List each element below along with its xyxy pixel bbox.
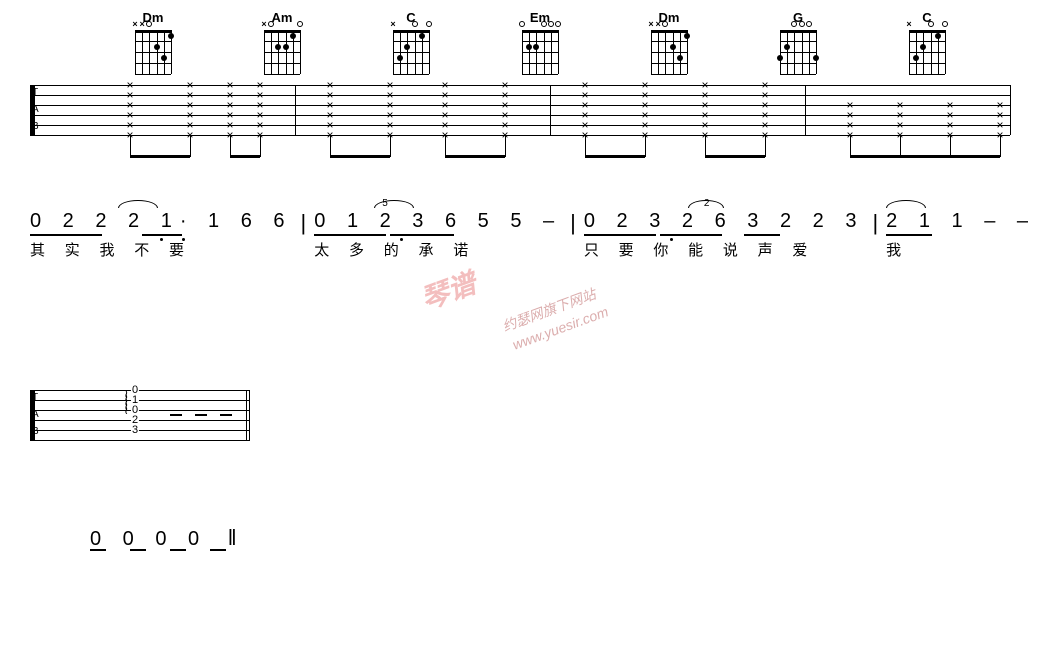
tab-letter-a: A [32, 410, 39, 420]
stem [230, 135, 231, 157]
chord-grid: × [264, 30, 300, 74]
stem [190, 135, 191, 157]
jianpu-barline: | [872, 210, 878, 236]
tab-letter-a: A [32, 105, 39, 115]
jianpu-beam [142, 234, 182, 236]
jianpu-sup: 5 [382, 198, 388, 209]
jianpu-beam [886, 234, 932, 236]
jianpu-notes: 0 2 3 2 6 3 2 2 3 [584, 210, 865, 233]
chord-grid [780, 30, 816, 74]
jianpu-notes: 0 2 2 2 1· 1 6 6 [30, 210, 293, 233]
jianpu-beam [660, 234, 722, 236]
beam [585, 155, 645, 158]
octave-dot [182, 238, 185, 241]
chord-c-2: C × [909, 10, 945, 74]
final-barline-icon: ‖ [228, 525, 233, 550]
chord-c: C × [393, 10, 429, 74]
barline [249, 390, 250, 440]
jianpu-lyrics: 其 实 我 不 要 [30, 239, 293, 260]
beam [705, 155, 765, 158]
jianpu-lyrics: 太 多 的 承 诺 [314, 239, 562, 260]
jianpu-line-1: 0 2 2 2 1· 1 6 6 其 实 我 不 要 | 0 1 2 3 6 5 5 … [30, 210, 1010, 260]
tie-icon [118, 200, 158, 208]
barline [1010, 85, 1011, 135]
chord-dm: Dm ×× [135, 10, 171, 74]
stem [850, 135, 851, 157]
tab-letter-t: T [32, 393, 38, 403]
rest-dash [220, 414, 232, 416]
tab-staff-1: T A B ××××××××××××××××××××××××××××××××××… [30, 85, 1010, 165]
jianpu-barline: | [301, 210, 307, 236]
jianpu-lyrics: 我 [886, 239, 1036, 260]
jianpu-beam [130, 549, 146, 551]
chord-grid: ×× [651, 30, 687, 74]
tie-icon [886, 200, 926, 208]
beam [230, 155, 260, 158]
stem [765, 135, 766, 157]
tab-letter-b: B [32, 122, 39, 132]
jianpu-beam [314, 234, 386, 236]
octave-dot [670, 238, 673, 241]
stem [390, 135, 391, 157]
rest-dash [195, 414, 207, 416]
barline [805, 85, 806, 135]
stem [1000, 135, 1001, 157]
chord-em: Em [522, 10, 558, 74]
beam [130, 155, 190, 158]
tab-letter-b: B [32, 427, 39, 437]
beam [330, 155, 390, 158]
jianpu-beam [170, 549, 186, 551]
jianpu-beam [390, 234, 454, 236]
beam [445, 155, 505, 158]
jianpu-coda: 0 0 0 0 [90, 528, 207, 550]
beam [900, 155, 950, 158]
stem [330, 135, 331, 157]
chord-grid: × [393, 30, 429, 74]
chord-grid [522, 30, 558, 74]
tie-icon [374, 200, 414, 208]
jianpu-beam [744, 234, 780, 236]
fret-number: 3 [131, 424, 139, 436]
chord-am: Am × [264, 10, 300, 74]
jianpu-beam [584, 234, 656, 236]
jianpu-line-2: 0 0 0 0 ‖ [90, 525, 1010, 551]
stem [505, 135, 506, 157]
beam [850, 155, 900, 158]
stem [950, 135, 951, 157]
stem [260, 135, 261, 157]
barline [550, 85, 551, 135]
stem [445, 135, 446, 157]
chord-grid: ×× [135, 30, 171, 74]
chord-row: Dm ×× Am × C × Em Dm ×× G C × [135, 10, 945, 74]
stem [130, 135, 131, 157]
jianpu-beam [30, 234, 102, 236]
stem [705, 135, 706, 157]
rest-dash [170, 414, 182, 416]
watermark-logo: 琴谱 [415, 262, 481, 319]
jianpu-beam [210, 549, 226, 551]
chord-label: Am [272, 10, 293, 26]
barline [295, 85, 296, 135]
chord-grid: × [909, 30, 945, 74]
stem [585, 135, 586, 157]
beam [950, 155, 1000, 158]
jianpu-sup: 2 [704, 198, 710, 209]
jianpu-lyrics: 只 要 你 能 说 声 爱 [584, 239, 865, 260]
watermark-text-1: 约瑟网旗下网站 [500, 284, 599, 336]
chord-g: G [780, 10, 816, 74]
octave-dot [160, 238, 163, 241]
stem [900, 135, 901, 157]
barline [246, 390, 247, 440]
jianpu-notes: 2 1 1 – – [886, 210, 1036, 233]
tab-staff-2: T A B ≀≀≀≀≀ 01023 [30, 390, 250, 470]
jianpu-beam [90, 549, 106, 551]
tab-letter-t: T [32, 88, 38, 98]
chord-dm-2: Dm ×× [651, 10, 687, 74]
watermark-text-2: www.yuesir.com [510, 303, 610, 352]
jianpu-notes: 0 1 2 3 6 5 5 – [314, 210, 562, 233]
stem [645, 135, 646, 157]
jianpu-barline: | [570, 210, 576, 236]
